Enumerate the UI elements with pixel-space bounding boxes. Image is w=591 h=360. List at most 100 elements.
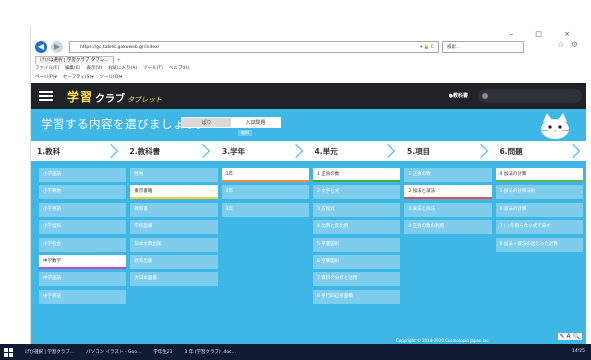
screen: – □ × ◀ ▶ https://gc.tablet.gakuweb.gr/i… [30,26,586,344]
list-item[interactable]: 啓林 [130,168,218,182]
list-item[interactable]: 大日本図書 [130,272,218,287]
back-button[interactable]: ◀ [35,40,47,53]
selection-column: 1 正負の数 2 加法と減法 3 乗法と除法 4 正負の数の利用 [404,168,495,307]
list-item[interactable]: 3年 [221,202,309,217]
step-bar: 1.教科 2.教科書 3.学年 4.単元 5.項目 6.問題 [31,141,586,161]
list-item[interactable]: 5 平面図形 [312,237,401,252]
chevron-right-icon [103,143,118,159]
list-item[interactable]: 学校図書 [130,220,218,235]
header-user-button[interactable] [478,89,582,103]
mode-toggle[interactable]: ぱり 入試問題 [181,117,281,128]
taskbar-item[interactable]: 3 年 (学習クラブ) .doc... [184,349,235,355]
list-item[interactable]: 7 ( ) を取らない式で表す [495,220,583,235]
list-item[interactable]: 7 資料の分析と活用 [312,272,401,287]
step-unit[interactable]: 4.単元 [309,141,402,161]
mode-toggle-right[interactable]: 入試問題 [231,118,280,127]
taskbar: げび選択 | 学習クラブ... パソコン イラスト - Goo... 学年生23… [0,344,591,360]
menu-favorites[interactable]: お気に入り(A) [108,65,137,71]
step-problem[interactable]: 6.問題 [494,141,587,161]
list-item[interactable]: 3 乗法と除法 [404,202,492,217]
list-item[interactable]: 4 比例と反比例 [312,220,401,235]
selected-list-item[interactable]: 中学数学 [39,254,127,269]
list-item[interactable]: 小学社会 [39,237,127,252]
menu-tools[interactable]: ツール(T) [143,65,163,71]
list-item[interactable]: 小学国語 [39,168,127,182]
browser-tab[interactable]: げびほ選択 | 学習クラブ タブレ... [35,56,114,64]
selection-column: 4 加法の計算 5 加法の計算法則 6 減法の計算 7 ( ) を取らない式で表す 8 … [495,168,586,307]
menu-edit[interactable]: 編集(E) [65,65,80,71]
windows-start-icon[interactable] [4,347,13,357]
copyright: Copyright © 2014-2020 Cosmotopia Japan I… [396,338,490,343]
search-input[interactable]: 検索... [442,40,524,53]
selection-column: 1 正負の数 2 文字と式 3 方程式 4 比例と反比例 5 平面図形 6 空間図形 7 資… [312,168,404,307]
list-item[interactable]: 小学英語 [39,202,127,217]
command-page[interactable]: ページ(P)▾ [35,74,57,80]
step-label: 4.単元 [314,146,338,156]
chevron-right-icon [380,143,396,159]
floating-tool-buttons[interactable]: ✎ A 🔍 [557,333,582,340]
list-item[interactable]: 教育出版 [130,254,218,269]
address-bar[interactable]: https://gc.tablet.gakuweb.gr/index/ ▾ 🔒 … [69,40,439,53]
list-item[interactable]: 3 方程式 [312,202,401,217]
chevron-right-icon [195,143,211,159]
selection-column: 小学国語小学算数小学英語小学理科小学社会中学数学中学国語中学英語 [39,168,130,307]
list-item[interactable]: 小学理科 [39,220,127,235]
list-item[interactable]: 2年 [221,185,309,200]
window-controls[interactable]: – □ × [510,30,580,38]
list-item[interactable]: 1 正負の数 [404,168,492,182]
selection-column: 啓林東京書籍教科書学校図書日本文教出版 教育出版大日本図書 [130,168,221,307]
toggle-hint: 教科 [238,130,252,136]
chevron-right-icon [565,143,581,159]
taskbar-item[interactable]: げび選択 | 学習クラブ... [25,349,74,355]
header-badge[interactable]: ●教科書 [449,92,468,99]
step-label: 6.問題 [499,146,523,156]
main-content: 学習する内容を選びましょう。 ぱり 入試問題 教科 1.教科 2.教科書 3.学… [31,109,586,344]
selected-list-item[interactable]: 2 加法と減法 [404,185,492,200]
selected-list-item[interactable]: 4 加法の計算 [495,168,583,182]
menu-help[interactable]: ヘルプ(H) [169,65,189,71]
hamburger-menu-icon[interactable] [39,91,53,101]
list-item[interactable]: 8 加法・減法の混じった計算 [495,237,583,252]
step-subject[interactable]: 1.教科 [31,141,124,161]
logo-club-text: クラブ [95,93,126,105]
address-controls[interactable]: ▾ 🔒 C [420,42,434,53]
list-item[interactable]: 中学国語 [39,272,127,287]
list-item[interactable]: 中学英語 [39,289,127,304]
step-textbook[interactable]: 2.教科書 [124,141,217,161]
taskbar-item[interactable]: パソコン イラスト - Goo... [86,349,141,355]
list-item[interactable]: 4 正負の数の利用 [404,220,492,235]
step-label: 1.教科 [37,146,61,156]
command-tools[interactable]: ツール(O)▾ [100,74,123,80]
selected-list-item[interactable]: 1年 [221,168,309,182]
browser-tools-icons[interactable]: ☆ ⚙ [557,40,580,49]
step-grade[interactable]: 3.学年 [216,141,309,161]
taskbar-clock: 14:25 [572,349,585,354]
taskbar-item[interactable]: 学年生23 [153,349,172,355]
app-logo: 学習 クラブ タブレット [67,88,162,105]
selected-list-item[interactable]: 東京書籍 [130,185,218,200]
list-item[interactable]: 6 空間図形 [312,254,401,269]
logo-main-text: 学習 [67,89,94,104]
list-item[interactable]: 6 減法の計算 [495,202,583,217]
new-tab-button[interactable]: + [117,57,121,63]
address-text: https://gc.tablet.gakuweb.gr/index/ [80,44,160,50]
user-icon [482,93,488,99]
list-item[interactable]: 小学算数 [39,185,127,200]
command-bar: ページ(P)▾ セーフティ(S)▾ ツール(O)▾ [35,74,122,80]
list-item[interactable]: 8 平行四辺形面積 [312,289,401,304]
command-safety[interactable]: セーフティ(S)▾ [63,74,94,80]
logo-tablet-text: タブレット [127,95,163,104]
list-item[interactable]: 日本文教出版 [130,237,218,252]
menu-view[interactable]: 表示(V) [86,65,102,71]
step-topic[interactable]: 5.項目 [401,141,494,161]
navigation-bar: ◀ ▶ https://gc.tablet.gakuweb.gr/index/ … [31,38,586,55]
forward-button[interactable]: ▶ [51,40,63,53]
list-item[interactable]: 2 文字と式 [312,185,401,200]
selected-list-item[interactable]: 1 正負の数 [312,168,401,182]
step-label: 2.教科書 [129,146,161,156]
app-header: 学習 クラブ タブレット ●教科書 [31,83,586,109]
mode-toggle-left[interactable]: ぱり [182,118,231,127]
menu-file[interactable]: ファイル(F) [35,65,59,71]
list-item[interactable]: 5 加法の計算法則 [495,185,583,200]
list-item[interactable]: 教科書 [130,202,218,217]
